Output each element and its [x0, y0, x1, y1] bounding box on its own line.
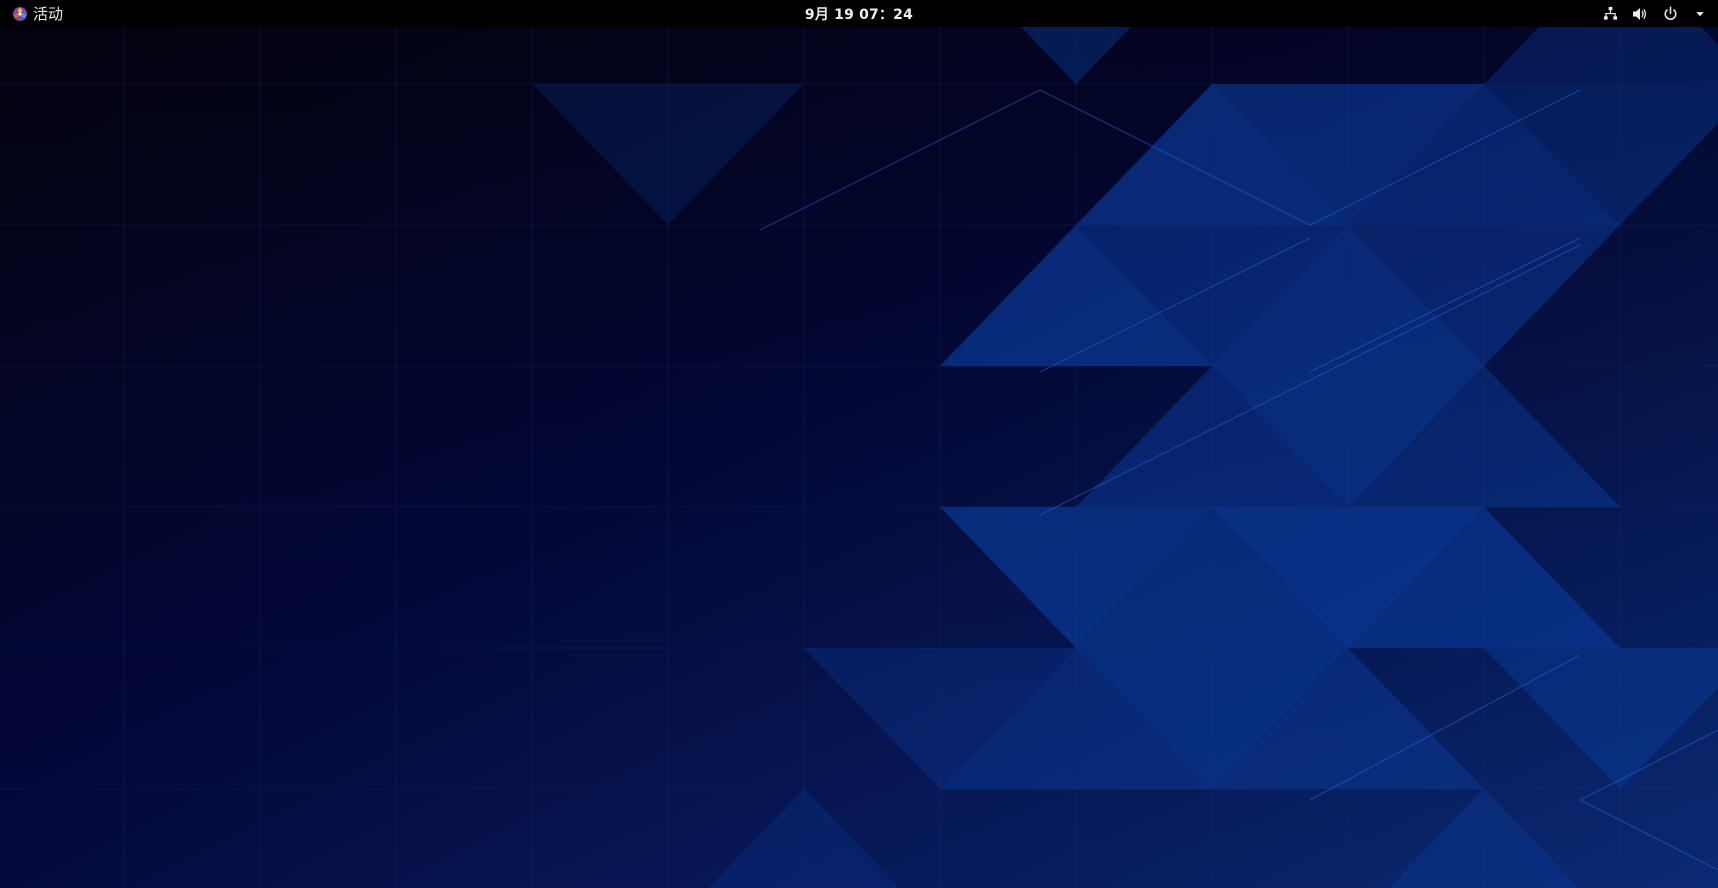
- power-icon[interactable]: [1660, 4, 1680, 24]
- desktop[interactable]: 活动 9月 19 07：24: [0, 0, 1718, 888]
- clock-label: 9月 19 07：24: [804, 6, 914, 23]
- clock-button[interactable]: 9月 19 07：24: [797, 0, 921, 27]
- volume-icon[interactable]: [1630, 4, 1650, 24]
- chevron-down-icon[interactable]: [1690, 4, 1710, 24]
- wallpaper: [0, 0, 1718, 888]
- activities-button[interactable]: 活动: [6, 0, 69, 27]
- activities-label: 活动: [33, 5, 64, 23]
- network-icon[interactable]: [1600, 4, 1620, 24]
- distro-logo-icon: [12, 6, 28, 22]
- system-tray[interactable]: [1600, 0, 1710, 27]
- top-bar: 活动 9月 19 07：24: [0, 0, 1718, 27]
